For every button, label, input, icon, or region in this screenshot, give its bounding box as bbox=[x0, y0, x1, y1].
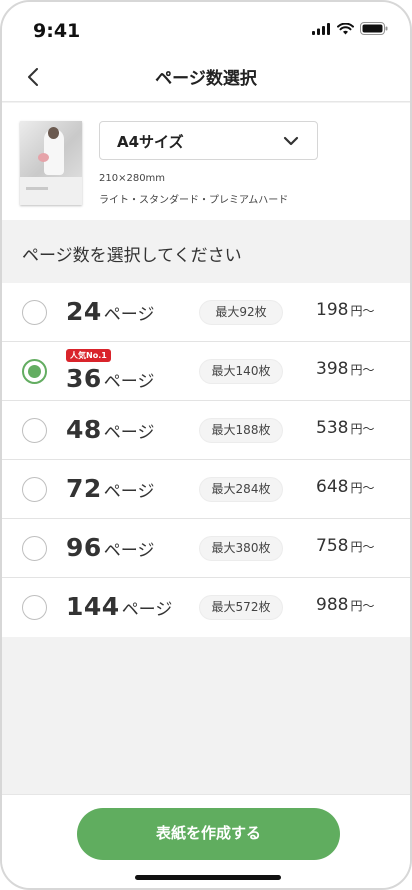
max-photos-chip: 最大284枚 bbox=[199, 477, 283, 502]
chevron-down-icon bbox=[283, 136, 299, 146]
page-count: 24 ページ bbox=[66, 297, 154, 326]
price-unit: 円〜 bbox=[350, 422, 375, 436]
page-option-96[interactable]: 96 ページ 最大380枚 758 円〜 bbox=[2, 519, 410, 578]
radio-button[interactable] bbox=[22, 477, 47, 502]
price-amount: 398 bbox=[316, 359, 349, 379]
home-indicator bbox=[135, 875, 281, 880]
page-count-unit: ページ bbox=[103, 423, 155, 443]
page-count-number: 24 bbox=[66, 297, 102, 326]
page-count: 144 ページ bbox=[66, 592, 172, 621]
bottom-bar: 表紙を作成する bbox=[2, 794, 410, 888]
price-amount: 538 bbox=[316, 418, 349, 438]
page-option-72[interactable]: 72 ページ 最大284枚 648 円〜 bbox=[2, 460, 410, 519]
page-count-unit: ページ bbox=[103, 541, 155, 561]
page-option-48[interactable]: 48 ページ 最大188枚 538 円〜 bbox=[2, 401, 410, 460]
max-photos-chip: 最大92枚 bbox=[199, 300, 283, 325]
max-photos-chip: 最大572枚 bbox=[199, 595, 283, 620]
page-option-144[interactable]: 144 ページ 最大572枚 988 円〜 bbox=[2, 578, 410, 637]
radio-button[interactable] bbox=[22, 300, 47, 325]
page-count: 96 ページ bbox=[66, 533, 154, 562]
signal-icon bbox=[312, 22, 330, 35]
radio-button[interactable] bbox=[22, 536, 47, 561]
wifi-icon bbox=[337, 22, 354, 34]
status-time: 9:41 bbox=[33, 20, 81, 42]
price-amount: 988 bbox=[316, 595, 349, 615]
page-count-number: 72 bbox=[66, 474, 102, 503]
price-unit: 円〜 bbox=[350, 304, 375, 318]
price: 988 円〜 bbox=[316, 595, 374, 615]
price-unit: 円〜 bbox=[350, 599, 375, 613]
status-bar: 9:41 bbox=[2, 2, 410, 52]
popular-badge: 人気No.1 bbox=[66, 349, 111, 362]
section-heading: ページ数を選択してください bbox=[2, 220, 410, 282]
price-amount: 648 bbox=[316, 477, 349, 497]
radio-button[interactable] bbox=[22, 595, 47, 620]
page-count-number: 144 bbox=[66, 592, 120, 621]
radio-button-selected[interactable] bbox=[22, 359, 47, 384]
price-unit: 円〜 bbox=[350, 481, 375, 495]
page-count-number: 48 bbox=[66, 415, 102, 444]
create-cover-button[interactable]: 表紙を作成する bbox=[77, 808, 340, 860]
page-count-unit: ページ bbox=[103, 372, 155, 392]
page-option-24[interactable]: 24 ページ 最大92枚 198 円〜 bbox=[2, 283, 410, 342]
page-count-number: 36 bbox=[66, 364, 102, 393]
page-count-number: 96 bbox=[66, 533, 102, 562]
page-count: 36 ページ bbox=[66, 364, 154, 393]
max-photos-chip: 最大140枚 bbox=[199, 359, 283, 384]
size-dimensions: 210×280mm bbox=[99, 173, 166, 184]
product-summary: A4サイズ 210×280mm ライト・スタンダード・プレミアムハード bbox=[2, 103, 410, 220]
price-unit: 円〜 bbox=[350, 363, 375, 377]
cover-types: ライト・スタンダード・プレミアムハード bbox=[99, 195, 289, 206]
price-amount: 198 bbox=[316, 300, 349, 320]
radio-button[interactable] bbox=[22, 418, 47, 443]
price-unit: 円〜 bbox=[350, 540, 375, 554]
page-option-36[interactable]: 人気No.1 36 ページ 最大140枚 398 円〜 bbox=[2, 342, 410, 401]
page-count-unit: ページ bbox=[121, 600, 173, 620]
header: ページ数選択 bbox=[2, 52, 410, 102]
page-count-unit: ページ bbox=[103, 482, 155, 502]
max-photos-chip: 最大380枚 bbox=[199, 536, 283, 561]
size-select[interactable]: A4サイズ bbox=[99, 121, 318, 160]
page-options-list: 24 ページ 最大92枚 198 円〜 人気No.1 36 ページ 最大140枚… bbox=[2, 283, 410, 637]
price-amount: 758 bbox=[316, 536, 349, 556]
price: 398 円〜 bbox=[316, 359, 374, 379]
album-cover-thumbnail bbox=[20, 121, 82, 205]
page-count: 72 ページ bbox=[66, 474, 154, 503]
section-heading-text: ページ数を選択してください bbox=[22, 246, 242, 266]
status-icons bbox=[312, 22, 388, 35]
price: 198 円〜 bbox=[316, 300, 374, 320]
max-photos-chip: 最大188枚 bbox=[199, 418, 283, 443]
page-title: ページ数選択 bbox=[155, 69, 257, 89]
phone-frame: 9:41 ページ数選択 A4サイズ 210×280mm ライト・スタンダード・プ… bbox=[0, 0, 412, 890]
price: 648 円〜 bbox=[316, 477, 374, 497]
price: 758 円〜 bbox=[316, 536, 374, 556]
size-select-value: A4サイズ bbox=[117, 133, 184, 151]
battery-icon bbox=[360, 22, 388, 35]
page-count-unit: ページ bbox=[103, 305, 155, 325]
page-count: 48 ページ bbox=[66, 415, 154, 444]
price: 538 円〜 bbox=[316, 418, 374, 438]
